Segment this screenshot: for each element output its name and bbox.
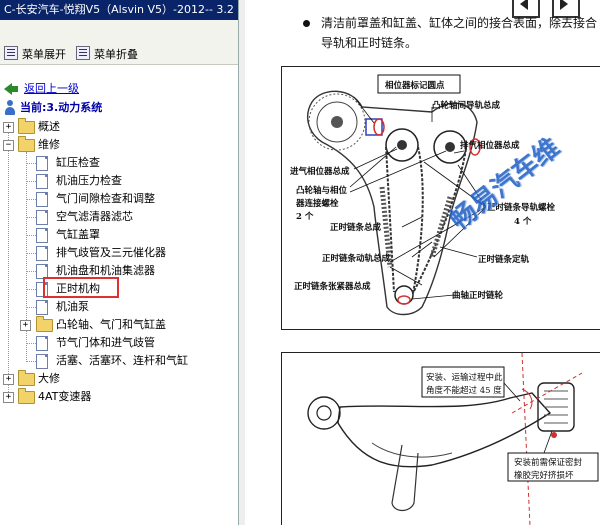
label-exhaust-phase: 排气相位器总成 <box>460 141 520 151</box>
label-moving-rail: 正时链条动轨总成 <box>322 254 391 264</box>
bullet-icon <box>303 20 310 27</box>
folder-icon <box>36 316 53 332</box>
window-title: C-长安汽车-悦翔V5（Alsvin V5）-2012-- 3.2 <box>0 0 238 20</box>
expand-toggle-icon[interactable]: + <box>3 374 14 385</box>
collapse-toggle-icon[interactable]: − <box>3 140 14 151</box>
folder-icon <box>18 118 35 134</box>
arrow-right-icon <box>560 0 568 10</box>
document-viewer[interactable]: 清洁前罩盖和缸盖、缸体之间的接合表面，除去接合 导轨和正时链条。 相位器标记圆点… <box>239 0 600 525</box>
collapse-menu-button[interactable]: 菜单折叠 <box>76 46 138 62</box>
document-icon <box>36 174 48 189</box>
document-icon <box>36 336 48 351</box>
label-chain-guide-bolt-count: 4 个 <box>514 217 532 227</box>
tree-line <box>8 124 9 396</box>
label-cam-guide: 凸轮轴间导轨总成 <box>432 101 501 111</box>
tree-panel: C-长安汽车-悦翔V5（Alsvin V5）-2012-- 3.2 菜单展开 菜… <box>0 0 239 525</box>
note-angle-limit: 角度不能超过 45 度 <box>426 386 502 396</box>
document-icon <box>36 300 48 315</box>
expand-menu-button[interactable]: 菜单展开 <box>4 46 66 62</box>
note-seal-check: 安装前需保证密封 <box>514 458 583 468</box>
arrow-left-icon <box>520 0 528 10</box>
expand-toggle-icon[interactable]: + <box>3 122 14 133</box>
collapse-icon <box>76 46 90 60</box>
document-icon <box>36 156 48 171</box>
label-phase-mark: 相位器标记圆点 <box>385 81 445 91</box>
folder-icon <box>18 388 35 404</box>
timing-chain-figure: 相位器标记圆点 凸轮轴间导轨总成 排气相位器总成 进气相位器总成 凸轮轴与相位 … <box>281 66 600 330</box>
control-arm-figure: 安装、运输过程中此 角度不能超过 45 度 安装前需保证密封 橡胶完好挤损坏 <box>281 352 600 525</box>
label-intake-phase: 进气相位器总成 <box>290 167 350 177</box>
toolbar: 菜单展开 菜单折叠 <box>0 20 238 65</box>
document-icon <box>36 210 48 225</box>
folder-icon <box>18 370 35 386</box>
label-cam-bolt: 凸轮轴与相位 <box>296 186 348 196</box>
label-crank-sprocket: 曲轴正时链轮 <box>452 291 504 301</box>
expand-toggle-icon[interactable]: + <box>3 392 14 403</box>
document-page: 清洁前罩盖和缸盖、缸体之间的接合表面，除去接合 导轨和正时链条。 相位器标记圆点… <box>245 0 600 525</box>
expand-toggle-icon[interactable]: + <box>20 320 31 331</box>
note-angle-limit: 安装、运输过程中此 <box>426 373 503 383</box>
back-arrow-icon <box>4 83 18 95</box>
folder-open-icon <box>18 136 35 152</box>
doc-text-line: 清洁前罩盖和缸盖、缸体之间的接合表面，除去接合 <box>321 16 598 30</box>
note-seal-check: 橡胶完好挤损坏 <box>514 471 574 481</box>
expand-icon <box>4 46 18 60</box>
label-fixed-rail: 正时链条定轨 <box>478 255 530 265</box>
document-icon <box>36 246 48 261</box>
user-icon <box>4 100 16 116</box>
label-chain-assembly: 正时链条总成 <box>330 223 382 233</box>
label-cam-bolt: 器连接螺栓 <box>296 199 339 209</box>
document-icon <box>36 228 48 243</box>
selection-highlight <box>43 277 119 298</box>
doc-text-line: 导轨和正时链条。 <box>321 36 418 50</box>
document-icon <box>36 192 48 207</box>
label-cam-bolt-count: 2 个 <box>296 212 314 222</box>
label-tensioner: 正时链条张紧器总成 <box>294 282 371 292</box>
document-icon <box>36 354 48 369</box>
